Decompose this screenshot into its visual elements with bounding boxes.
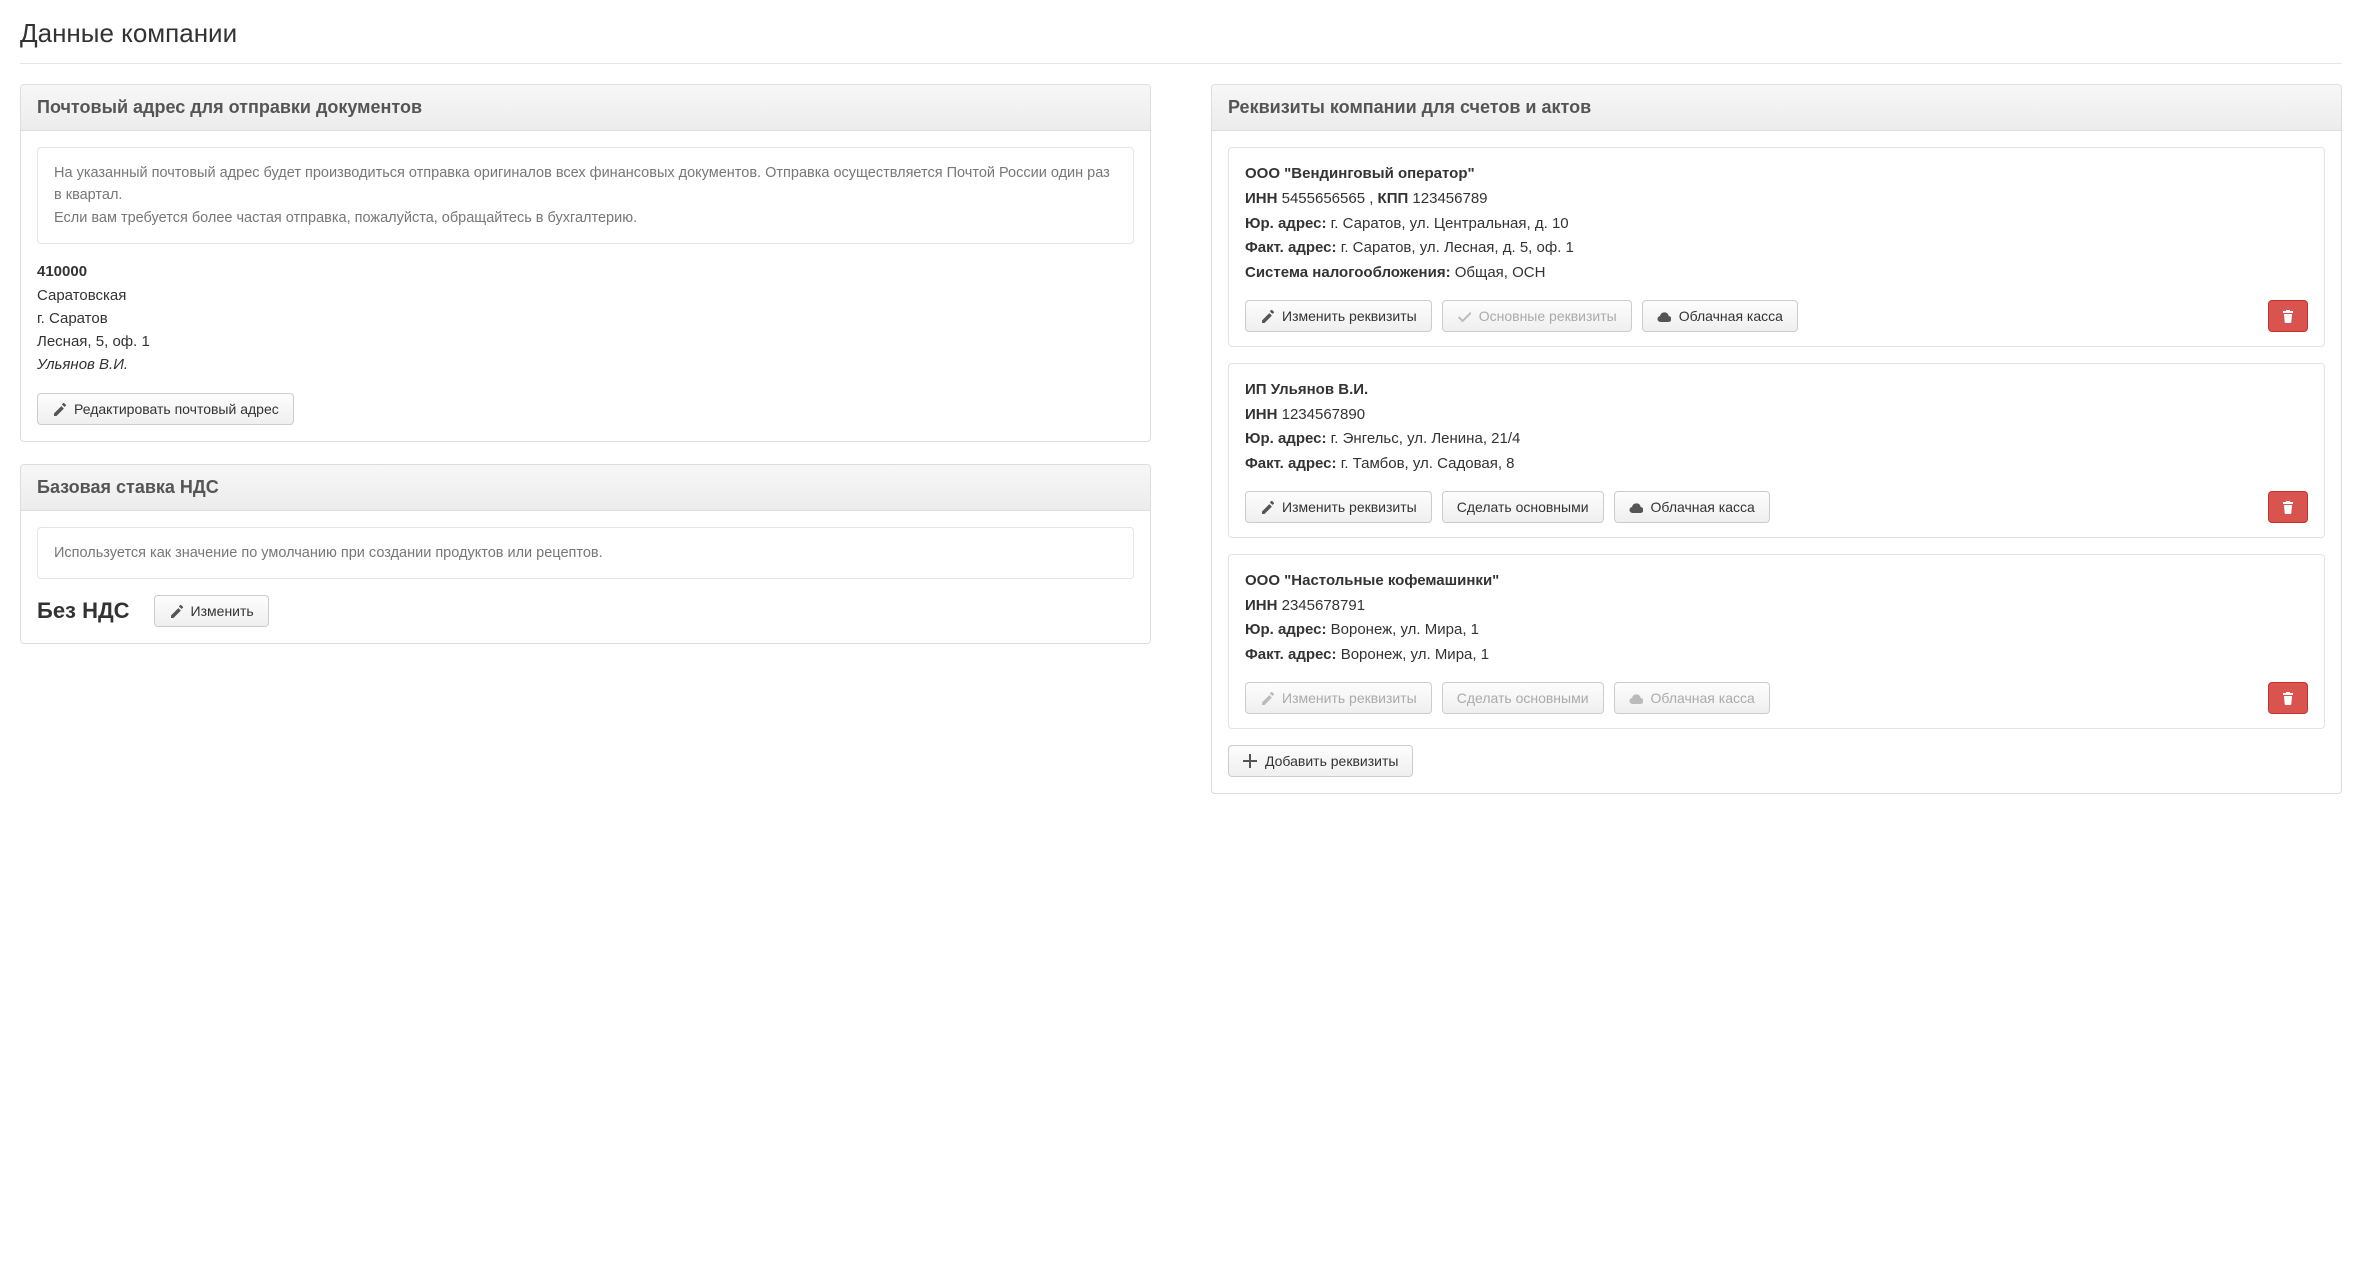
company-name: ООО "Вендинговый оператор" <box>1245 162 2308 187</box>
postal-address: 410000 Саратовская г. Саратов Лесная, 5,… <box>37 260 1134 376</box>
postal-info-p1: На указанный почтовый адрес будет произв… <box>54 162 1117 207</box>
company-name: ИП Ульянов В.И. <box>1245 378 2308 403</box>
postal-zip: 410000 <box>37 260 1134 283</box>
make-main-label: Сделать основными <box>1457 500 1589 514</box>
cloud-kassa-label: Облачная касса <box>1651 691 1755 705</box>
requisites-panel-title: Реквизиты компании для счетов и актов <box>1228 97 2325 118</box>
postal-panel-title: Почтовый адрес для отправки документов <box>37 97 1134 118</box>
postal-region: Саратовская <box>37 284 1134 307</box>
pencil-icon <box>1260 691 1274 705</box>
requisites-card: ИП Ульянов В.И.ИНН 1234567890Юр. адрес: … <box>1228 363 2325 538</box>
add-requisites-label: Добавить реквизиты <box>1265 754 1398 768</box>
requisites-card: ООО "Вендинговый оператор"ИНН 5455656565… <box>1228 147 2325 347</box>
cloud-icon <box>1629 691 1643 705</box>
postal-info: На указанный почтовый адрес будет произв… <box>37 147 1134 244</box>
cloud-icon <box>1657 309 1671 323</box>
cloud-kassa-button[interactable]: Облачная касса <box>1642 300 1798 332</box>
plus-icon <box>1243 754 1257 768</box>
requisites-card: ООО "Настольные кофемашинки"ИНН 23456787… <box>1228 554 2325 729</box>
pencil-icon <box>1260 309 1274 323</box>
trash-icon <box>2281 309 2295 323</box>
tax-system: Система налогообложения: Общая, ОСН <box>1245 261 2308 286</box>
cloud-kassa-label: Облачная касса <box>1651 500 1755 514</box>
postal-recipient: Ульянов В.И. <box>37 353 1134 376</box>
cloud-kassa-button: Облачная касса <box>1614 682 1770 714</box>
postal-city: г. Саратов <box>37 307 1134 330</box>
postal-street: Лесная, 5, оф. 1 <box>37 330 1134 353</box>
add-requisites-button[interactable]: Добавить реквизиты <box>1228 745 1413 777</box>
make-main-label: Сделать основными <box>1457 691 1589 705</box>
pencil-icon <box>169 604 183 618</box>
company-name: ООО "Настольные кофемашинки" <box>1245 569 2308 594</box>
delete-requisites-button[interactable] <box>2268 300 2308 332</box>
trash-icon <box>2281 500 2295 514</box>
cloud-kassa-label: Облачная касса <box>1679 309 1783 323</box>
legal-addr: Юр. адрес: г. Энгельс, ул. Ленина, 21/4 <box>1245 427 2308 452</box>
vat-panel-title: Базовая ставка НДС <box>37 477 1134 498</box>
delete-requisites-button[interactable] <box>2268 682 2308 714</box>
edit-vat-label: Изменить <box>191 604 254 618</box>
edit-requisites-button: Изменить реквизиты <box>1245 682 1432 714</box>
page-title: Данные компании <box>20 18 2342 49</box>
check-icon <box>1457 309 1471 323</box>
edit-requisites-label: Изменить реквизиты <box>1282 691 1417 705</box>
edit-postal-label: Редактировать почтовый адрес <box>74 402 279 416</box>
postal-panel: Почтовый адрес для отправки документов Н… <box>20 84 1151 442</box>
edit-requisites-label: Изменить реквизиты <box>1282 500 1417 514</box>
cloud-kassa-button[interactable]: Облачная касса <box>1614 491 1770 523</box>
trash-icon <box>2281 691 2295 705</box>
main-requisites-button: Основные реквизиты <box>1442 300 1632 332</box>
edit-requisites-button[interactable]: Изменить реквизиты <box>1245 491 1432 523</box>
delete-requisites-button[interactable] <box>2268 491 2308 523</box>
make-main-button: Сделать основными <box>1442 682 1604 714</box>
legal-addr: Юр. адрес: г. Саратов, ул. Центральная, … <box>1245 212 2308 237</box>
requisites-panel: Реквизиты компании для счетов и актов ОО… <box>1211 84 2342 794</box>
vat-info: Используется как значение по умолчанию п… <box>37 527 1134 579</box>
pencil-icon <box>52 402 66 416</box>
make-main-button[interactable]: Сделать основными <box>1442 491 1604 523</box>
divider <box>20 63 2342 64</box>
vat-panel: Базовая ставка НДС Используется как знач… <box>20 464 1151 644</box>
inn-line: ИНН 5455656565 , КПП 123456789 <box>1245 187 2308 212</box>
legal-addr: Юр. адрес: Воронеж, ул. Мира, 1 <box>1245 618 2308 643</box>
actual-addr: Факт. адрес: г. Саратов, ул. Лесная, д. … <box>1245 236 2308 261</box>
pencil-icon <box>1260 500 1274 514</box>
inn-line: ИНН 1234567890 <box>1245 403 2308 428</box>
actual-addr: Факт. адрес: г. Тамбов, ул. Садовая, 8 <box>1245 452 2308 477</box>
edit-vat-button[interactable]: Изменить <box>154 595 269 627</box>
edit-requisites-button[interactable]: Изменить реквизиты <box>1245 300 1432 332</box>
inn-line: ИНН 2345678791 <box>1245 594 2308 619</box>
edit-requisites-label: Изменить реквизиты <box>1282 309 1417 323</box>
actual-addr: Факт. адрес: Воронеж, ул. Мира, 1 <box>1245 643 2308 668</box>
edit-postal-button[interactable]: Редактировать почтовый адрес <box>37 393 294 425</box>
postal-info-p2: Если вам требуется более частая отправка… <box>54 207 1117 229</box>
cloud-icon <box>1629 500 1643 514</box>
main-requisites-label: Основные реквизиты <box>1479 309 1617 323</box>
vat-value: Без НДС <box>37 598 130 624</box>
